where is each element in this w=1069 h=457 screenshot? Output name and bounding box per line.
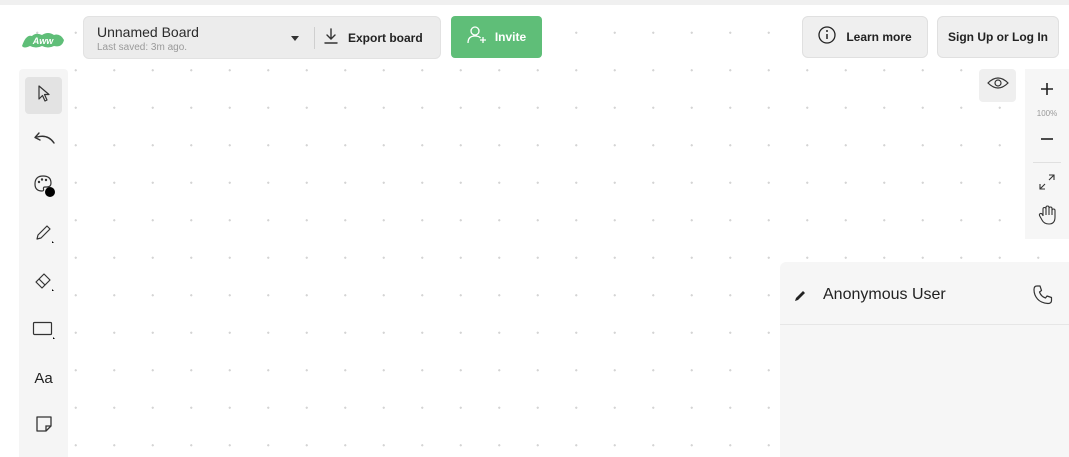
tool-palette: Aa	[19, 69, 68, 457]
invite-button[interactable]: Invite	[451, 16, 542, 58]
plus-icon	[1040, 82, 1054, 101]
expand-icon	[1038, 173, 1056, 196]
user-name: Anonymous User	[823, 286, 946, 303]
pencil-tool[interactable]	[25, 217, 62, 254]
undo-tool[interactable]	[25, 122, 62, 159]
phone-icon[interactable]	[1031, 283, 1055, 312]
pan-button[interactable]	[1025, 203, 1069, 231]
minus-icon	[1040, 132, 1054, 151]
add-user-icon	[467, 25, 487, 49]
export-board-button[interactable]: Export board	[324, 23, 423, 53]
learn-more-button[interactable]: Learn more	[802, 16, 928, 58]
chevron-down-icon[interactable]	[291, 36, 299, 41]
logo-text: Aww	[32, 36, 55, 46]
cursor-icon	[36, 84, 52, 107]
info-icon	[818, 25, 836, 49]
sticky-note-tool[interactable]	[25, 408, 62, 445]
divider	[780, 324, 1069, 325]
text-tool[interactable]: Aa	[25, 360, 62, 397]
palette-icon	[32, 173, 56, 202]
export-board-label: Export board	[348, 31, 423, 45]
visibility-toggle[interactable]	[979, 69, 1016, 102]
learn-more-label: Learn more	[846, 30, 912, 44]
participants-panel: Anonymous User	[780, 262, 1069, 457]
select-tool[interactable]	[25, 77, 62, 114]
eraser-icon	[33, 270, 55, 297]
board-name[interactable]: Unnamed Board	[97, 24, 199, 40]
invite-label: Invite	[494, 30, 527, 44]
zoom-out-button[interactable]	[1025, 127, 1069, 155]
divider	[1033, 162, 1061, 163]
hand-icon	[1038, 204, 1056, 230]
sticky-note-icon	[34, 414, 54, 439]
sign-up-label: Sign Up or Log In	[948, 30, 1048, 44]
text-tool-label: Aa	[34, 370, 53, 387]
zoom-level: 100%	[1036, 109, 1058, 118]
zoom-in-button[interactable]	[1025, 77, 1069, 105]
undo-icon	[32, 131, 56, 150]
fit-to-screen-button[interactable]	[1025, 170, 1069, 198]
eye-icon	[986, 76, 1009, 95]
color-picker-tool[interactable]	[25, 169, 62, 206]
pencil-icon	[33, 222, 55, 249]
sign-up-button[interactable]: Sign Up or Log In	[937, 16, 1059, 58]
board-selector[interactable]: Unnamed Board Last saved: 3m ago. Export…	[83, 16, 441, 59]
zoom-controls: 100%	[1025, 69, 1069, 239]
last-saved-status: Last saved: 3m ago.	[97, 42, 188, 53]
eraser-tool[interactable]	[25, 265, 62, 302]
app-logo[interactable]: Aww	[20, 30, 66, 50]
divider	[314, 27, 315, 49]
shape-tool[interactable]	[25, 313, 62, 350]
top-border	[0, 0, 1069, 5]
participant-row[interactable]: Anonymous User	[780, 276, 1069, 314]
download-icon	[324, 27, 338, 49]
pencil-icon	[794, 289, 806, 307]
rectangle-icon	[32, 319, 56, 344]
